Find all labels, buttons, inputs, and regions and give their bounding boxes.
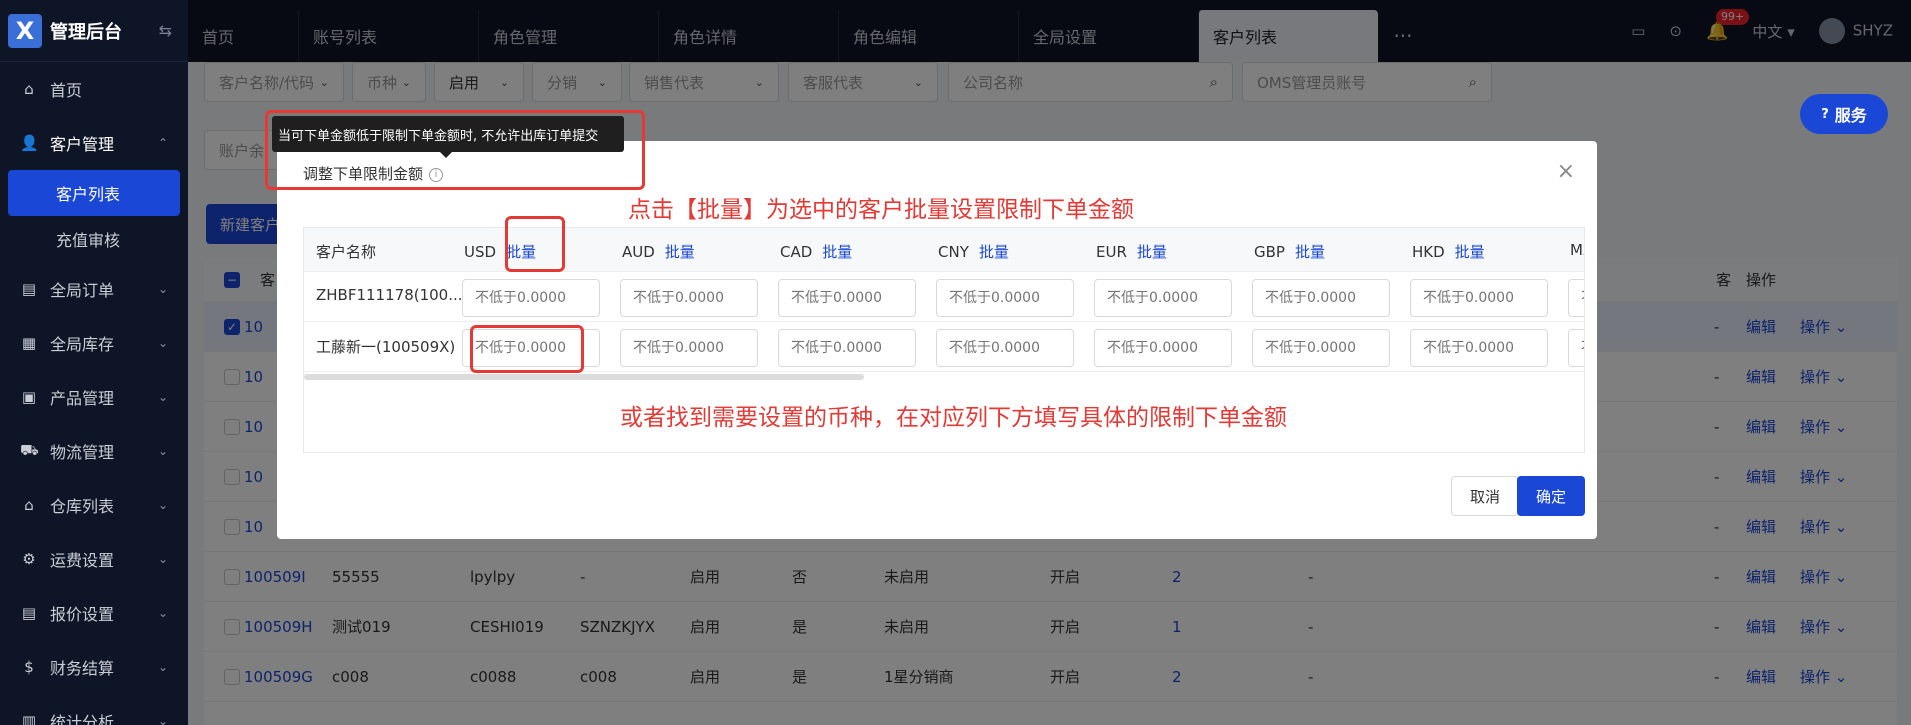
grid-row: ZHBF111178(100... [304, 272, 1584, 322]
annotation-note-input: 或者找到需要设置的币种，在对应列下方填写具体的限制下单金额 [620, 405, 1287, 431]
sidebar-item-2[interactable]: ▤ 全局订单 ⌄ [0, 262, 188, 316]
sidebar-item-9[interactable]: $ 财务结算 ⌄ [0, 640, 188, 694]
chevron-down-icon: ⌄ [157, 336, 168, 350]
sidebar-item-label: 客户管理 [50, 135, 115, 154]
stats-icon: ▥ [21, 712, 37, 725]
batch-link[interactable]: 批量 [1137, 243, 1167, 261]
limit-amount-input[interactable] [620, 329, 758, 367]
sidebar-item-5[interactable]: ⛟ 物流管理 ⌄ [0, 424, 188, 478]
sidebar-item-label: 运费设置 [50, 551, 115, 570]
grid-header-currency: EUR 批量 [1096, 243, 1167, 261]
grid-header-currency: GBP 批量 [1254, 243, 1325, 261]
sidebar-item-10[interactable]: ▥ 统计分析 ⌄ [0, 694, 188, 725]
sidebar-item-label: 财务结算 [50, 659, 115, 678]
limit-amount-input[interactable] [1568, 279, 1584, 317]
logo-icon: X [8, 13, 42, 48]
limit-amount-input[interactable] [1568, 329, 1584, 367]
submenu: 客户列表 充值审核 [0, 170, 188, 262]
chevron-down-icon: ⌄ [157, 444, 168, 458]
quote-icon: ▤ [21, 604, 37, 622]
chevron-down-icon: ⌄ [157, 390, 168, 404]
sidebar-item-label: 物流管理 [50, 443, 115, 462]
sidebar-item-label: 全局库存 [50, 335, 115, 354]
limit-amount-input[interactable] [778, 279, 916, 317]
sidebar-item-6[interactable]: ⌂ 仓库列表 ⌄ [0, 478, 188, 532]
help-icon: ? [1821, 106, 1829, 122]
chevron-down-icon: ⌄ [157, 714, 168, 725]
batch-link[interactable]: 批量 [979, 243, 1009, 261]
sidebar-item-4[interactable]: ▣ 产品管理 ⌄ [0, 370, 188, 424]
batch-link[interactable]: 批量 [1295, 243, 1325, 261]
home-icon: ⌂ [24, 80, 34, 98]
sidebar-item-7[interactable]: ⚙ 运费设置 ⌄ [0, 532, 188, 586]
logo-area: X 管理后台 ⇆ [0, 0, 188, 62]
limit-amount-input[interactable] [778, 329, 916, 367]
limit-amount-input[interactable] [462, 279, 600, 317]
cancel-button[interactable]: 取消 [1451, 476, 1519, 516]
product-icon: ▣ [21, 388, 37, 406]
confirm-button[interactable]: 确定 [1517, 476, 1585, 516]
annotation-box-tooltip [265, 110, 645, 190]
annotation-box-input [470, 325, 584, 373]
limit-amount-input[interactable] [1252, 279, 1390, 317]
sidebar-item-label: 产品管理 [50, 389, 115, 408]
sidebar-item-0[interactable]: ⌂ 首页 [0, 62, 188, 116]
limit-amount-input[interactable] [1094, 329, 1232, 367]
chevron-up-icon: ⌃ [157, 136, 168, 150]
batch-link[interactable]: 批量 [665, 243, 695, 261]
sidebar-item-1[interactable]: 👤 客户管理 ⌃ [0, 116, 188, 170]
limit-amount-input[interactable] [1410, 329, 1548, 367]
truck-icon: ⛟ [20, 441, 39, 459]
grid-header-customer: 客户名称 [316, 243, 377, 261]
grid-header: 客户名称 USD 批量 AUD 批量 CAD 批量 CNY 批量 EUR 批量 GBP 批量 HKD 批量 M… [304, 228, 1584, 272]
grid-header-currency: CNY 批量 [938, 243, 1009, 261]
sidebar: X 管理后台 ⇆ ⌂ 首页 👤 客户管理 ⌃ 客户列表 充值审核 ▤ 全局订单 ⌄ ▦ 全局库存 ⌄ ▣ 产… [0, 0, 188, 725]
sidebar-item-label: 仓库列表 [50, 497, 115, 516]
chevron-down-icon: ⌄ [157, 498, 168, 512]
warehouse-icon: ⌂ [24, 496, 34, 514]
chevron-down-icon: ⌄ [157, 552, 168, 566]
grid-header-currency: MX [1570, 241, 1584, 259]
app-title: 管理后台 [50, 21, 122, 43]
sidebar-item-label: 报价设置 [50, 605, 115, 624]
order-icon: ▤ [21, 280, 37, 298]
sidebar-item-8[interactable]: ▤ 报价设置 ⌄ [0, 586, 188, 640]
chevron-down-icon: ⌄ [157, 282, 168, 296]
batch-link[interactable]: 批量 [1455, 243, 1485, 261]
collapse-sidebar-icon[interactable]: ⇆ [159, 21, 172, 40]
sidebar-item-3[interactable]: ▦ 全局库存 ⌄ [0, 316, 188, 370]
limit-amount-input[interactable] [1094, 279, 1232, 317]
freight-icon: ⚙ [22, 550, 36, 568]
inventory-icon: ▦ [21, 334, 37, 352]
grid-header-currency: CAD 批量 [780, 243, 853, 261]
limit-amount-input[interactable] [936, 279, 1074, 317]
limit-amount-input[interactable] [1410, 279, 1548, 317]
chevron-down-icon: ⌄ [157, 606, 168, 620]
grid-header-currency: HKD 批量 [1412, 243, 1485, 261]
sidebar-subitem-1[interactable]: 充值审核 [8, 216, 180, 262]
batch-link[interactable]: 批量 [822, 243, 852, 261]
sidebar-item-label: 统计分析 [50, 713, 115, 725]
horizontal-scrollbar[interactable] [304, 374, 864, 380]
limit-amount-input[interactable] [1252, 329, 1390, 367]
grid-customer-name: 工藤新一(100509X) [316, 338, 456, 356]
annotation-box-batch [505, 216, 565, 272]
grid-header-currency: AUD 批量 [622, 243, 695, 261]
sidebar-menu: ⌂ 首页 👤 客户管理 ⌃ 客户列表 充值审核 ▤ 全局订单 ⌄ ▦ 全局库存 ⌄ ▣ 产品管理 ⌄ ⛟ 物流管理… [0, 62, 188, 725]
finance-icon: $ [24, 658, 34, 676]
sidebar-item-label: 全局订单 [50, 281, 115, 300]
sidebar-item-label: 首页 [50, 81, 83, 100]
annotation-note-batch: 点击【批量】为选中的客户批量设置限制下单金额 [628, 197, 1134, 223]
chevron-down-icon: ⌄ [157, 660, 168, 674]
close-icon[interactable]: × [1557, 159, 1575, 184]
users-icon: 👤 [20, 134, 39, 152]
limit-amount-input[interactable] [620, 279, 758, 317]
sidebar-subitem-0[interactable]: 客户列表 [8, 170, 180, 216]
grid-customer-name: ZHBF111178(100... [316, 286, 463, 304]
limit-amount-input[interactable] [936, 329, 1074, 367]
service-button[interactable]: ? 服务 [1800, 94, 1888, 134]
